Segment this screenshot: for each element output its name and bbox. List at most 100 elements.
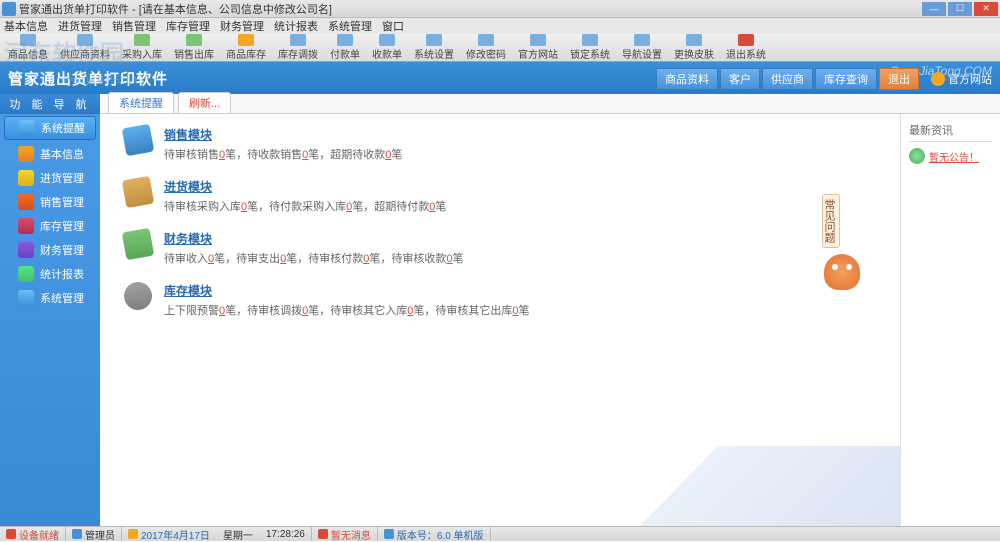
toolbar-icon [379, 34, 395, 46]
menu-item-2[interactable]: 销售管理 [112, 18, 156, 34]
sidebar-label: 统计报表 [40, 266, 84, 282]
sidebar-item-1[interactable]: 基本信息 [0, 142, 100, 166]
official-label: 官方网站 [948, 71, 992, 87]
toolbar-item-9[interactable]: 修改密码 [462, 34, 510, 61]
news-panel: 最新资讯 暂无公告！ [900, 114, 1000, 526]
toolbar-item-7[interactable]: 收款单 [368, 34, 406, 61]
status-time-text: 17:28:26 [266, 529, 305, 540]
banner: 河东软件园 www.pc0359.cn 管家通出货单打印软件 GuanJiaTo… [0, 62, 1000, 94]
toolbar-item-11[interactable]: 锁定系统 [566, 34, 614, 61]
tab-refresh[interactable]: 刷新... [178, 92, 231, 113]
module-desc: 待审收入0笔，待审支出0笔，待审核付款0笔，待审核收款0笔 [164, 250, 530, 266]
module-1: 进货模块待审核采购入库0笔，待付款采购入库0笔，超期待付款0笔 [124, 178, 530, 214]
toolbar-label: 销售出库 [174, 46, 214, 61]
toolbar-icon [634, 34, 650, 46]
toolbar-item-12[interactable]: 导航设置 [618, 34, 666, 61]
close-button[interactable]: ✕ [974, 2, 998, 16]
version-icon [384, 529, 394, 539]
module-title[interactable]: 销售模块 [164, 126, 530, 143]
sidebar-item-7[interactable]: 系统管理 [0, 286, 100, 310]
sidebar-item-5[interactable]: 财务管理 [0, 238, 100, 262]
module-icon [122, 280, 154, 312]
person-icon [931, 72, 945, 86]
user-icon [72, 529, 82, 539]
toolbar-item-2[interactable]: 采购入库 [118, 34, 166, 61]
sidebar-label: 销售管理 [40, 194, 84, 210]
status-ready-icon [6, 529, 16, 539]
menu-item-5[interactable]: 统计报表 [274, 18, 318, 34]
tab-system-alert[interactable]: 系统提醒 [108, 92, 174, 113]
toolbar-icon [337, 34, 353, 46]
module-title[interactable]: 进货模块 [164, 178, 530, 195]
banner-link-customer[interactable]: 客户 [720, 68, 760, 90]
banner-exit-button[interactable]: 退出 [879, 68, 919, 90]
sidebar-item-6[interactable]: 统计报表 [0, 262, 100, 286]
menu-item-0[interactable]: 基本信息 [4, 18, 48, 34]
faq-button[interactable]: 常见问题 [822, 194, 840, 248]
desc-text: 待审核采购入库 [164, 201, 241, 213]
menu-item-7[interactable]: 窗口 [382, 18, 404, 34]
product-name: 管家通出货单打印软件 [8, 68, 168, 89]
module-title[interactable]: 财务模块 [164, 230, 530, 247]
desc-text: 待付款采购入库 [269, 201, 346, 213]
toolbar-icon [478, 34, 494, 46]
desc-text: 待审收入 [164, 253, 208, 265]
maximize-button[interactable]: ☐ [948, 2, 972, 16]
calendar-icon [128, 529, 138, 539]
toolbar-label: 采购入库 [122, 46, 162, 61]
banner-links: 商品资料 客户 供应商 库存查询 退出 官方网站 [656, 68, 992, 90]
sidebar-item-4[interactable]: 库存管理 [0, 214, 100, 238]
toolbar-item-8[interactable]: 系统设置 [410, 34, 458, 61]
desc-text: 笔， [369, 253, 391, 265]
sidebar-label: 基本信息 [40, 146, 84, 162]
toolbar-item-4[interactable]: 商品库存 [222, 34, 270, 61]
content-spacer: 常见问题 [554, 114, 901, 526]
banner-link-product[interactable]: 商品资料 [656, 68, 718, 90]
desc-text: 笔， [308, 149, 330, 161]
toolbar-item-6[interactable]: 付款单 [326, 34, 364, 61]
status-user-text: 管理员 [85, 527, 115, 542]
toolbar-item-14[interactable]: 退出系统 [722, 34, 770, 61]
toolbar-item-10[interactable]: 官方网站 [514, 34, 562, 61]
official-site-link[interactable]: 官方网站 [931, 71, 992, 87]
menu-item-3[interactable]: 库存管理 [166, 18, 210, 34]
desc-text: 待审核其它出库 [435, 305, 512, 317]
menu-item-6[interactable]: 系统管理 [328, 18, 372, 34]
sidebar-item-0[interactable]: 系统提醒 [4, 116, 96, 140]
keyboard-decoration [640, 446, 900, 526]
toolbar-item-0[interactable]: 商品信息 [4, 34, 52, 61]
banner-link-supplier[interactable]: 供应商 [762, 68, 813, 90]
news-link[interactable]: 暂无公告！ [909, 148, 992, 164]
status-version: 版本号：6.0 单机版 [378, 527, 491, 541]
banner-link-stock[interactable]: 库存查询 [815, 68, 877, 90]
toolbar-item-13[interactable]: 更换皮肤 [670, 34, 718, 61]
menu-item-1[interactable]: 进货管理 [58, 18, 102, 34]
status-msg: 暂无消息 [312, 527, 378, 541]
minimize-button[interactable]: — [922, 2, 946, 16]
toolbar-label: 退出系统 [726, 46, 766, 61]
module-title[interactable]: 库存模块 [164, 282, 530, 299]
desc-text: 笔， [247, 201, 269, 213]
status-user: 管理员 [66, 527, 122, 541]
desc-text: 笔， [308, 305, 330, 317]
module-0: 销售模块待审核销售0笔，待收款销售0笔，超期待收款0笔 [124, 126, 530, 162]
desc-text: 笔， [214, 253, 236, 265]
sidebar-item-3[interactable]: 销售管理 [0, 190, 100, 214]
module-icon [122, 176, 154, 208]
status-msg-text: 暂无消息 [331, 527, 371, 542]
module-body: 库存模块上下限预警0笔，待审核调拨0笔，待审核其它入库0笔，待审核其它出库0笔 [164, 282, 530, 318]
menu-item-4[interactable]: 财务管理 [220, 18, 264, 34]
toolbar-item-5[interactable]: 库存调拨 [274, 34, 322, 61]
toolbar-label: 付款单 [330, 46, 360, 61]
toolbar-item-1[interactable]: 供应商资料 [56, 34, 114, 61]
toolbar-item-3[interactable]: 销售出库 [170, 34, 218, 61]
toolbar-icon [186, 34, 202, 46]
toolbar-icon [238, 34, 254, 46]
sidebar-label: 库存管理 [40, 218, 84, 234]
desc-text: 超期待付款 [374, 201, 429, 213]
sidebar-item-2[interactable]: 进货管理 [0, 166, 100, 190]
status-ready: 设备就绪 [0, 527, 66, 541]
main-area: 功 能 导 航 系统提醒基本信息进货管理销售管理库存管理财务管理统计报表系统管理… [0, 94, 1000, 526]
status-ready-text: 设备就绪 [19, 527, 59, 542]
sidebar-icon [18, 290, 34, 306]
